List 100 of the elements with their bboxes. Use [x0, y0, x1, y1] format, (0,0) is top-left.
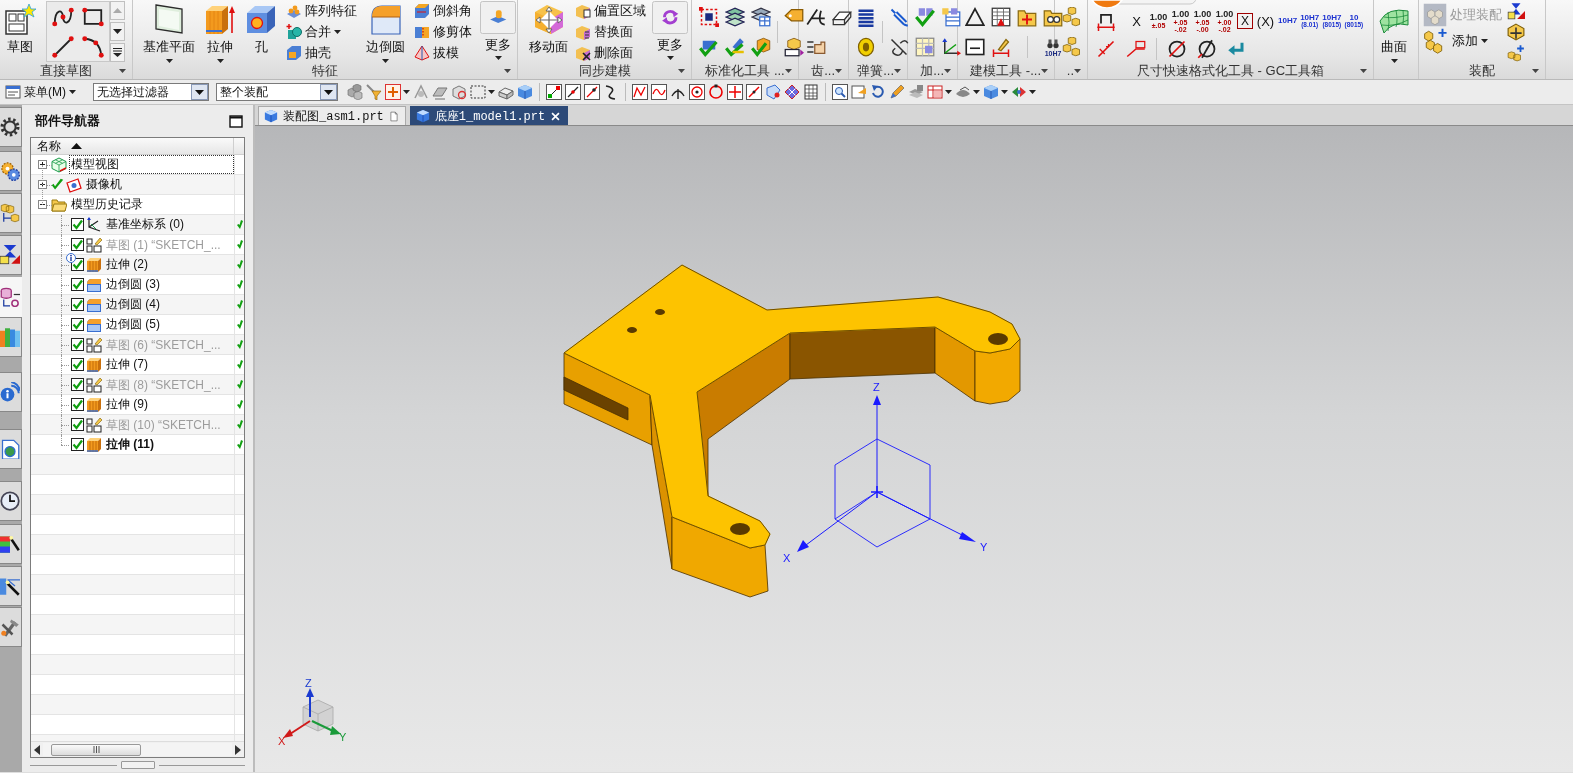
unite-button[interactable]: 合并 — [285, 22, 358, 42]
constraint-icon[interactable] — [1507, 2, 1525, 20]
node-label[interactable]: 拉伸 (7) — [104, 355, 150, 374]
pencil-icon[interactable] — [889, 84, 905, 100]
table-icon[interactable] — [991, 7, 1011, 27]
checkbox[interactable] — [71, 378, 84, 391]
dialog-launcher-icon[interactable] — [504, 69, 511, 73]
rectangle-select-icon[interactable] — [470, 84, 486, 100]
component-array-icon[interactable] — [1507, 44, 1525, 62]
diameter-icon[interactable] — [1167, 39, 1187, 59]
extrude-button[interactable]: 拉伸 — [203, 1, 237, 63]
dialog-launcher-icon[interactable] — [785, 69, 792, 73]
checkbox[interactable] — [71, 418, 84, 431]
point-on-line-icon[interactable] — [584, 84, 600, 100]
more-button[interactable]: 更多 — [652, 1, 688, 60]
dialog-launcher-icon[interactable] — [1074, 68, 1081, 73]
rectangle-icon[interactable] — [82, 6, 104, 28]
rotate-icon[interactable] — [870, 84, 886, 100]
zoom-icon[interactable] — [832, 84, 848, 100]
render-style-icon[interactable] — [955, 84, 971, 100]
radius-dimension-icon[interactable] — [1126, 39, 1146, 59]
format-button[interactable]: (X) — [1256, 14, 1275, 28]
scrollbar-thumb[interactable] — [51, 743, 141, 756]
expand-icon[interactable] — [38, 180, 47, 189]
y-axis-arrow[interactable] — [876, 491, 976, 542]
scroll-right-icon[interactable] — [235, 744, 241, 755]
spring-cut-icon[interactable] — [889, 37, 909, 57]
add-component-button[interactable]: 添加 — [1422, 31, 1503, 51]
close-icon[interactable] — [550, 110, 562, 122]
dimension-icon[interactable] — [1096, 11, 1116, 31]
checkbox[interactable] — [71, 218, 84, 231]
z-axis-arrow[interactable] — [306, 688, 314, 718]
coil-spring-icon[interactable] — [856, 7, 876, 27]
datum-csys-cube-drawing[interactable] — [834, 438, 931, 548]
cube-icon[interactable] — [983, 84, 999, 100]
filter-dropdown[interactable]: 无选择过滤器 — [93, 83, 209, 101]
edge-blend-button[interactable]: 边倒圆 — [365, 1, 406, 63]
dialog-launcher-icon[interactable] — [119, 69, 126, 73]
note-icon[interactable] — [965, 37, 985, 57]
disc-spring-icon[interactable] — [856, 37, 876, 57]
resource-tab[interactable] — [0, 107, 22, 147]
cubes-icon[interactable] — [1062, 37, 1082, 57]
node-label[interactable]: 基准坐标系 (0) — [104, 215, 186, 234]
folder-grid-icon[interactable] — [1017, 7, 1037, 27]
format-button[interactable]: X — [1237, 13, 1253, 29]
checkbox[interactable] — [71, 238, 84, 251]
layers-icon[interactable] — [725, 7, 745, 27]
move-component-icon[interactable] — [1507, 23, 1525, 41]
sketch-button[interactable]: 草图 — [3, 1, 37, 56]
sketch-curve-icon[interactable] — [806, 7, 826, 27]
node-label[interactable]: 边倒圆 (4) — [104, 295, 162, 314]
measure-icon[interactable] — [991, 37, 1011, 57]
splitter-handle[interactable] — [120, 761, 155, 769]
dialog-launcher-icon[interactable] — [894, 69, 901, 73]
cubes-icon[interactable] — [1062, 7, 1082, 27]
dialog-launcher-icon[interactable] — [835, 69, 842, 73]
filter-cubes-icon[interactable] — [347, 84, 363, 100]
surface-button[interactable]: 曲面 — [1377, 1, 1411, 63]
document-tab[interactable]: 底座1_model1.prt — [409, 106, 569, 125]
pencil-check-icon[interactable] — [725, 37, 745, 57]
node-label[interactable]: 拉伸 (11) — [104, 435, 156, 454]
cube-check-icon[interactable] — [751, 37, 771, 57]
resource-tab[interactable] — [0, 524, 22, 564]
spline-snap-icon[interactable] — [651, 84, 667, 100]
more-button[interactable]: 更多 — [480, 1, 516, 60]
fit-button[interactable]: 10H7 — [1278, 17, 1298, 25]
arc-center-icon[interactable] — [689, 84, 705, 100]
expand-icon[interactable] — [38, 160, 47, 169]
checkbox[interactable] — [71, 398, 84, 411]
horizontal-scrollbar[interactable] — [43, 743, 232, 756]
grid-icon[interactable] — [803, 84, 819, 100]
selection-box-icon[interactable] — [699, 7, 719, 27]
tick-icon[interactable] — [51, 178, 64, 191]
snap-point-icon[interactable] — [385, 84, 401, 100]
node-label[interactable]: 边倒圆 (5) — [104, 315, 162, 334]
node-label[interactable]: 模型视图 — [69, 155, 234, 174]
checkbox[interactable] — [71, 278, 84, 291]
pattern-feature-button[interactable]: 阵列特征 — [285, 1, 358, 21]
spreadsheet-icon[interactable] — [915, 37, 935, 57]
checkbox[interactable] — [71, 358, 84, 371]
draft-button[interactable]: 拔模 — [413, 43, 473, 63]
resource-tab[interactable] — [0, 566, 22, 606]
format-button[interactable]: X — [1127, 14, 1146, 28]
layer-table-icon[interactable] — [751, 7, 771, 27]
table-icon[interactable] — [927, 84, 943, 100]
node-label[interactable]: 边倒圆 (3) — [104, 275, 162, 294]
extension-spring-icon[interactable] — [889, 7, 909, 27]
resource-tab[interactable] — [0, 481, 22, 521]
x-axis-arrow[interactable] — [283, 720, 311, 738]
node-label[interactable]: 摄像机 — [84, 175, 124, 194]
resource-tab[interactable] — [0, 235, 22, 275]
cube-table-icon[interactable] — [784, 37, 804, 57]
checkbox[interactable] — [71, 298, 84, 311]
shell-button[interactable]: 抽壳 — [285, 43, 358, 63]
axis-frame-icon[interactable] — [941, 37, 961, 57]
tangent-icon[interactable] — [746, 84, 762, 100]
dialog-launcher-icon[interactable] — [1041, 69, 1048, 73]
cube-icon[interactable] — [517, 84, 533, 100]
polyline-icon[interactable] — [632, 84, 648, 100]
graphics-window[interactable]: Z Y X Z X Y — [255, 126, 1573, 772]
